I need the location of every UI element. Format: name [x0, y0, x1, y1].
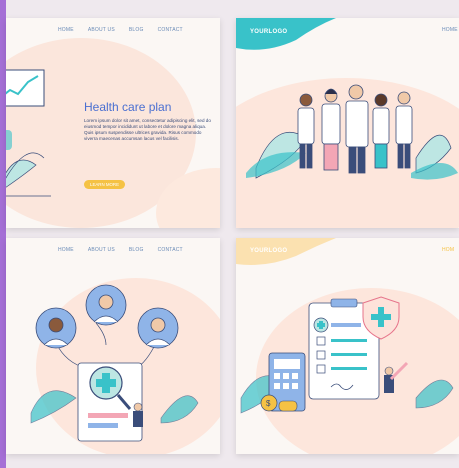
insurance-checklist-illustration: $ — [240, 296, 454, 414]
nav-home[interactable]: HOM — [442, 247, 454, 253]
panel-insurance-checklist: YOURLOGO HOM $ — [236, 238, 459, 454]
doctor-avatar — [137, 307, 179, 349]
panel-health-care-plan: HOME ABOUT US BLOG CONTACT Health care p… — [6, 18, 220, 228]
nav-about-us[interactable]: ABOUT US — [88, 247, 115, 253]
top-nav: HOME ABOUT US BLOG CONTACT — [58, 247, 183, 253]
doctors-group-illustration — [246, 84, 458, 180]
page-title: Health care plan — [84, 100, 172, 114]
nav-contact[interactable]: CONTACT — [158, 247, 183, 253]
nav-blog[interactable]: BLOG — [129, 247, 144, 253]
learn-more-button[interactable]: LEARN MORE — [84, 180, 126, 189]
nav-home[interactable]: HOME — [58, 27, 74, 33]
top-nav: HOM — [442, 247, 454, 253]
logo-banner — [236, 18, 336, 50]
chart-board-illustration — [6, 69, 51, 197]
nav-contact[interactable]: CONTACT — [158, 27, 183, 33]
svg-text:$: $ — [266, 399, 271, 408]
top-nav: HOME — [442, 27, 458, 33]
nav-about-us[interactable]: ABOUT US — [88, 27, 115, 33]
nav-home[interactable]: HOME — [442, 27, 458, 33]
logo-text: YOURLOGO — [250, 29, 288, 35]
doctor-search-illustration — [30, 284, 199, 442]
nav-home[interactable]: HOME — [58, 247, 74, 253]
top-nav: HOME ABOUT US BLOG CONTACT — [58, 27, 183, 33]
panel-doctor-search: HOME ABOUT US BLOG CONTACT — [6, 238, 220, 454]
panel-doctors-team: YOURLOGO HOME — [236, 18, 459, 228]
nav-blog[interactable]: BLOG — [129, 27, 144, 33]
logo-text: YOURLOGO — [250, 248, 288, 254]
doctor-avatar — [35, 307, 77, 349]
doctor-avatar — [85, 284, 127, 326]
body-paragraph: Lorem ipsum dolor sit amet, consectetur … — [84, 118, 211, 141]
